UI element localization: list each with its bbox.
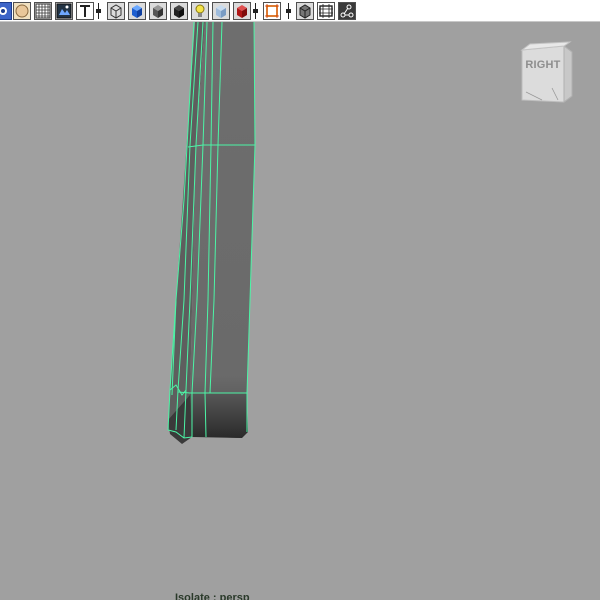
isolate-camera-hud: Isolate : persp [175,592,250,600]
viewcube-face-label[interactable]: RIGHT [525,59,561,71]
xray-active-icon[interactable] [296,2,314,20]
xray-joints-icon[interactable] [233,2,251,20]
toolbar-separator [286,2,291,20]
safe-title-icon[interactable] [338,2,356,20]
select-camera-icon[interactable] [0,2,12,20]
shadows-icon[interactable] [170,2,188,20]
image-plane-icon[interactable] [55,2,73,20]
shaded-sphere-icon[interactable] [13,2,31,20]
grid-icon[interactable] [34,2,52,20]
resolution-gate-icon[interactable] [317,2,335,20]
viewport-toolbar [0,0,600,22]
perspective-viewport[interactable]: RIGHT Isolate : persp [0,22,600,600]
selected-mesh[interactable] [167,22,256,444]
isolate-select-icon[interactable] [263,2,281,20]
textured-icon[interactable] [76,2,94,20]
toolbar-separator [96,2,101,20]
wireframe-cube-icon[interactable] [107,2,125,20]
default-material-cube-icon[interactable] [149,2,167,20]
xray-icon[interactable] [212,2,230,20]
maya-viewport-window: RIGHT Isolate : persp [0,0,600,600]
smooth-shade-cube-icon[interactable] [128,2,146,20]
mesh-scene [167,22,256,444]
viewcube[interactable] [512,40,578,106]
toolbar-separator [253,2,258,20]
lights-icon[interactable] [191,2,209,20]
